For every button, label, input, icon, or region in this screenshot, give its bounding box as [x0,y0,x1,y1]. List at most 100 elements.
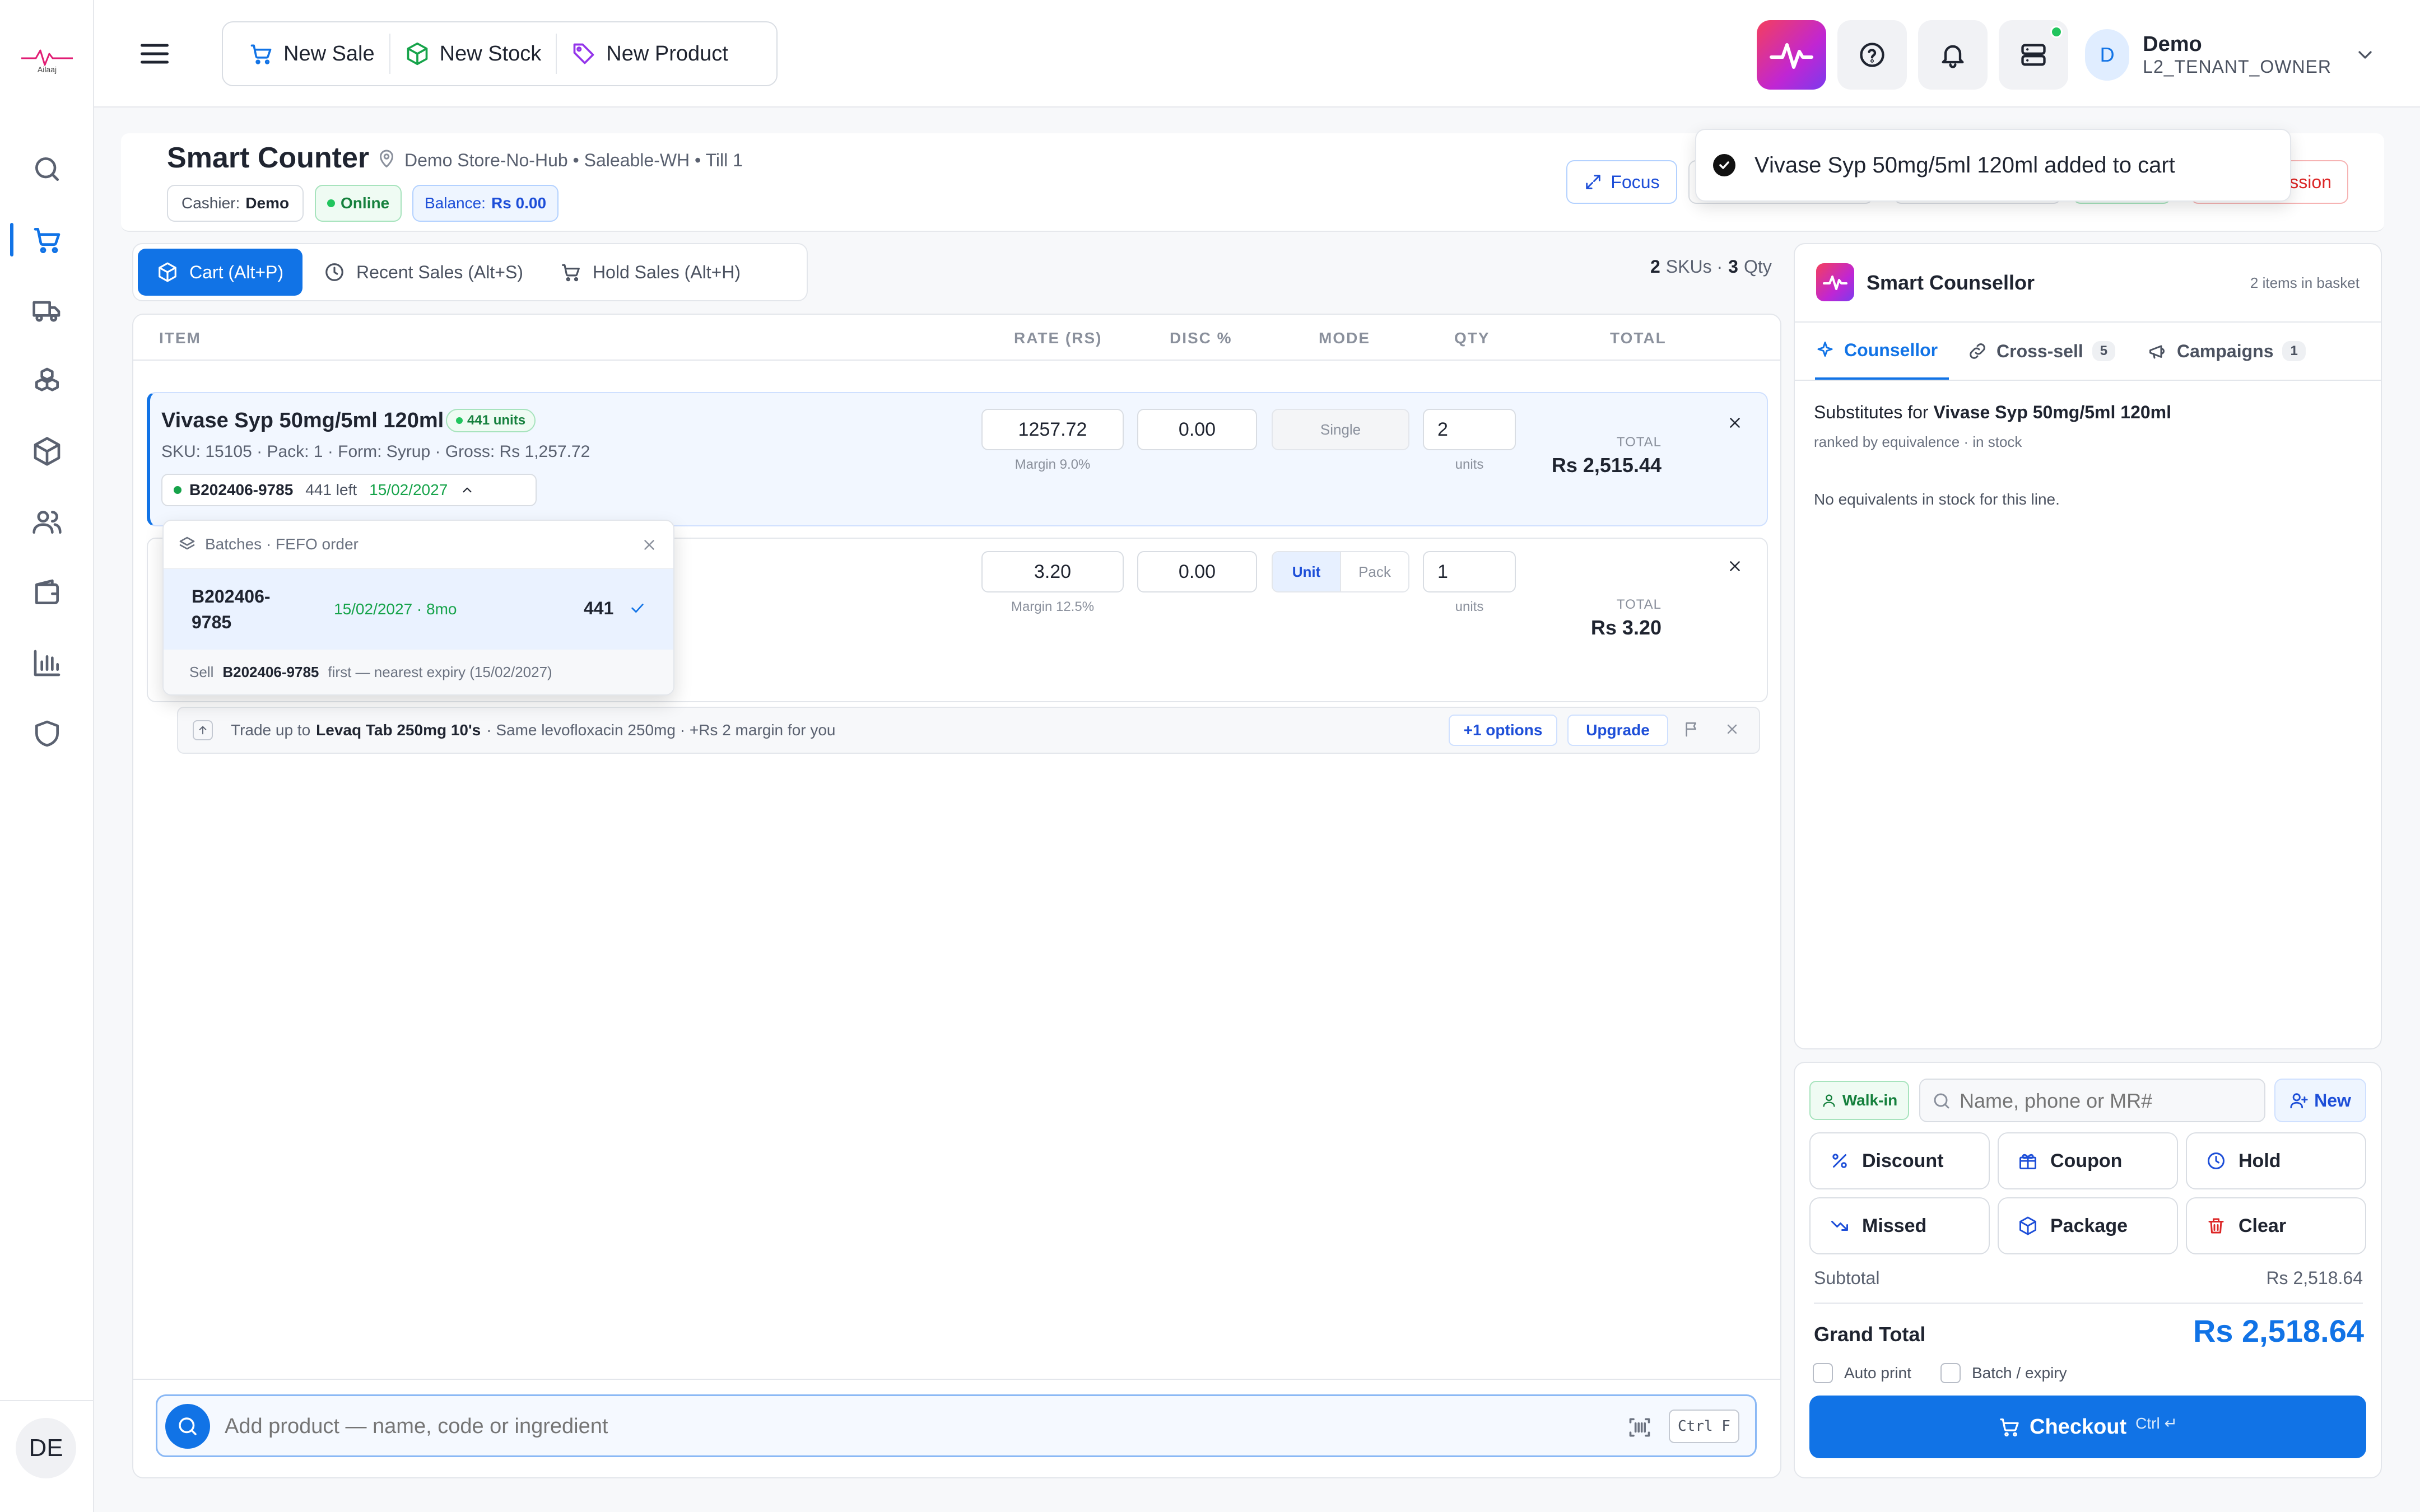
user-initials-avatar[interactable]: DE [16,1418,76,1478]
cart-icon[interactable] [31,224,63,255]
focus-button[interactable]: Focus [1566,160,1677,204]
chevron-down-icon [2354,44,2376,66]
search-icon[interactable] [165,1404,210,1449]
cashier-label: Cashier: [182,194,240,212]
tab-recent-sales[interactable]: Recent Sales (Alt+S) [308,249,539,296]
stock-dot-icon [456,417,463,424]
batch-option[interactable]: B202406- 9785 15/02/2027 · 8mo 441 [164,569,673,650]
new-stock-button[interactable]: New Stock [390,34,557,74]
new-sale-button[interactable]: New Sale [234,34,390,74]
hold-button[interactable]: Hold [2186,1132,2366,1189]
tab-hold-sales[interactable]: Hold Sales (Alt+H) [544,249,756,296]
batch-expiry-checkbox[interactable]: Batch / expiry [1940,1363,2067,1383]
product-search-input[interactable] [225,1405,1569,1448]
cart-icon [562,264,580,282]
batch-popup-footer: Sell B202406-9785 first — nearest expiry… [164,650,673,694]
walk-in-label: Walk-in [1842,1091,1898,1109]
end-session-label: ssion [2289,171,2331,192]
checkout-button[interactable]: Checkout Ctrl ↵ [1809,1396,2366,1458]
footer-suffix: first — nearest expiry (15/02/2027) [328,663,552,680]
mode-unit[interactable]: Unit [1273,552,1340,591]
coupon-label: Coupon [2050,1150,2123,1172]
auto-print-box [1813,1363,1833,1383]
clear-button[interactable]: Clear [2186,1197,2366,1254]
boxes-icon[interactable] [31,365,63,396]
upgrade-button[interactable]: Upgrade [1567,715,1668,746]
counsellor-title: Smart Counsellor [1867,271,2035,294]
batch-expiry: 15/02/2027 [369,481,448,498]
check-icon [629,599,646,617]
shield-icon[interactable] [31,718,63,749]
tab-campaigns-label: Campaigns [2177,340,2274,361]
footer-batch: B202406-9785 [222,663,319,680]
new-product-button[interactable]: New Product [557,34,743,74]
toast-notification: Vivase Syp 50mg/5ml 120ml added to cart [1695,129,2291,202]
stock-box-icon [405,41,430,66]
batch-selector[interactable]: B202406-9785 441 left 15/02/2027 [161,474,537,506]
server-icon [2021,44,2046,66]
customer-search-input[interactable] [1960,1085,2256,1117]
tab-cross-sell-label: Cross-sell [1997,340,2083,361]
coupon-button[interactable]: Coupon [1998,1132,2178,1189]
table-header: ITEM RATE (RS) DISC % MODE QTY TOTAL [133,315,1780,361]
discount-input[interactable] [1137,551,1257,592]
flag-icon[interactable] [1683,720,1701,738]
package-button[interactable]: Package [1998,1197,2178,1254]
server-status-button[interactable] [1999,20,2068,90]
qty-count: 3 [1728,256,1738,277]
tab-counsellor[interactable]: Counsellor [1815,323,1949,380]
batch-code-line2: 9785 [192,612,232,632]
col-mode: MODE [1319,329,1370,347]
search-icon[interactable] [31,153,63,185]
tab-cross-sell[interactable]: Cross-sell 5 [1967,323,2116,380]
box-icon [159,262,176,282]
wallet-icon[interactable] [31,577,63,608]
batch-left: 441 left [305,481,357,498]
mode-pack[interactable]: Pack [1340,552,1408,591]
margin-text: Margin 12.5% [1011,599,1095,614]
walk-in-badge[interactable]: Walk-in [1809,1081,1909,1120]
barcode-icon[interactable] [1627,1415,1652,1440]
rate-input[interactable] [981,551,1124,592]
app-logo[interactable]: Ailaaj [19,46,75,80]
cross-sell-count-badge: 5 [2092,341,2116,361]
total-label: TOTAL [1616,435,1662,450]
help-button[interactable] [1837,20,1907,90]
batch-expiry-label: Batch / expiry [1972,1364,2067,1382]
online-dot [2050,26,2063,38]
user-role: L2_TENANT_OWNER [2143,57,2331,77]
discount-button[interactable]: Discount [1809,1132,1990,1189]
qty-input[interactable] [1423,409,1516,450]
menu-icon[interactable] [138,38,171,69]
new-customer-button[interactable]: New [2274,1079,2366,1122]
chart-icon[interactable] [31,647,63,679]
users-icon[interactable] [31,506,63,538]
truck-icon[interactable] [31,295,63,326]
remove-row-icon[interactable] [1726,414,1743,431]
rate-input[interactable] [981,409,1124,450]
tab-cart[interactable]: Cart (Alt+P) [138,249,303,296]
product-search-bar: Ctrl F [156,1394,1757,1457]
user-avatar: D [2085,29,2130,81]
user-menu[interactable]: D Demo L2_TENANT_OWNER [2085,26,2376,84]
dismiss-upsell-icon[interactable] [1724,721,1740,737]
auto-print-checkbox[interactable]: Auto print [1813,1363,1911,1383]
mode-single[interactable]: Single [1272,409,1409,450]
qty-input[interactable] [1423,551,1516,592]
upsell-options-button[interactable]: +1 options [1449,715,1557,746]
stock-units-text: 441 units [467,413,526,428]
totals-divider [1814,1303,2363,1304]
close-popup-icon[interactable] [641,536,658,553]
item-name[interactable]: Vivase Syp 50mg/5ml 120ml [161,409,444,433]
col-total: TOTAL [1610,329,1667,347]
arrow-up-icon [193,720,213,740]
package-icon[interactable] [31,436,63,467]
tab-campaigns[interactable]: Campaigns 1 [2148,323,2306,380]
batch-code: B202406-9785 [189,481,294,498]
pulse-app-button[interactable] [1757,20,1826,90]
notifications-button[interactable] [1918,20,1988,90]
discount-input[interactable] [1137,409,1257,450]
batch-code-line1: B202406- [192,586,271,606]
missed-button[interactable]: Missed [1809,1197,1990,1254]
remove-row-icon[interactable] [1726,558,1743,575]
